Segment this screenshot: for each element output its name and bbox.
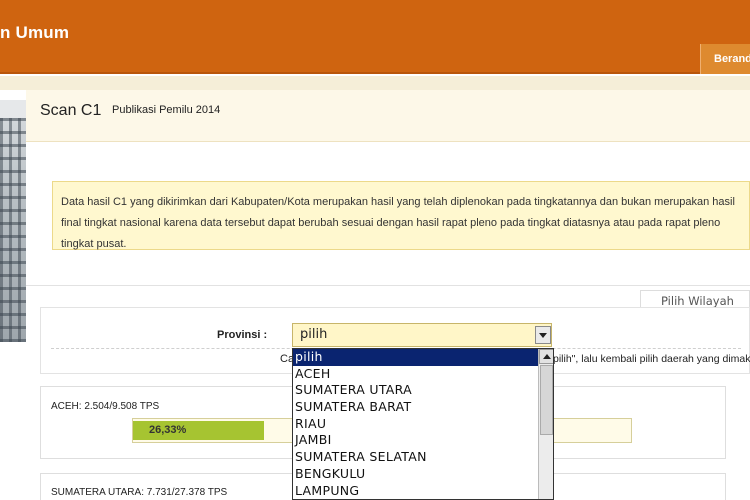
dropdown-option[interactable]: BENGKULU [293, 466, 538, 483]
progress-percent: 26,33% [149, 424, 187, 436]
dropdown-option[interactable]: SUMATERA UTARA [293, 382, 538, 399]
nav-tab-beranda[interactable]: Berand [700, 44, 750, 74]
site-brand-title: n Umum [0, 23, 70, 42]
dropdown-option[interactable]: RIAU [293, 416, 538, 433]
page-title: Scan C1 [40, 102, 102, 119]
top-header-bar: n Umum Berand [0, 0, 750, 74]
dropdown-option[interactable]: LAMPUNG [293, 483, 538, 500]
hint-text-end: pilih", lalu kembali pilih daerah yang d… [553, 353, 750, 365]
chevron-down-icon[interactable] [535, 326, 551, 344]
title-band [26, 90, 750, 142]
progress-label: ACEH: 2.504/9.508 TPS [51, 401, 160, 412]
chevron-up-icon[interactable] [539, 349, 553, 364]
progress-label: SUMATERA UTARA: 7.731/27.378 TPS [51, 487, 228, 498]
scrollbar-thumb[interactable] [540, 365, 553, 435]
header-stripe [0, 76, 750, 90]
dropdown-option[interactable]: SUMATERA SELATAN [293, 449, 538, 466]
dropdown-option[interactable]: ACEH [293, 366, 538, 383]
building-photo [0, 100, 26, 342]
dropdown-option[interactable]: SUMATERA BARAT [293, 399, 538, 416]
building-roof [0, 100, 26, 118]
info-notice: Data hasil C1 yang dikirimkan dari Kabup… [52, 181, 750, 250]
provinsi-label: Provinsi : [217, 329, 268, 341]
page-subtitle: Publikasi Pemilu 2014 [112, 104, 221, 116]
dropdown-option[interactable]: JAMBI [293, 432, 538, 449]
provinsi-select[interactable]: pilih [292, 323, 552, 347]
building-windows [0, 100, 26, 342]
section-divider [26, 285, 750, 286]
dropdown-scrollbar[interactable] [538, 349, 553, 499]
provinsi-dropdown-list[interactable]: pilih ACEH SUMATERA UTARA SUMATERA BARAT… [292, 348, 554, 500]
dropdown-option[interactable]: pilih [293, 349, 538, 366]
